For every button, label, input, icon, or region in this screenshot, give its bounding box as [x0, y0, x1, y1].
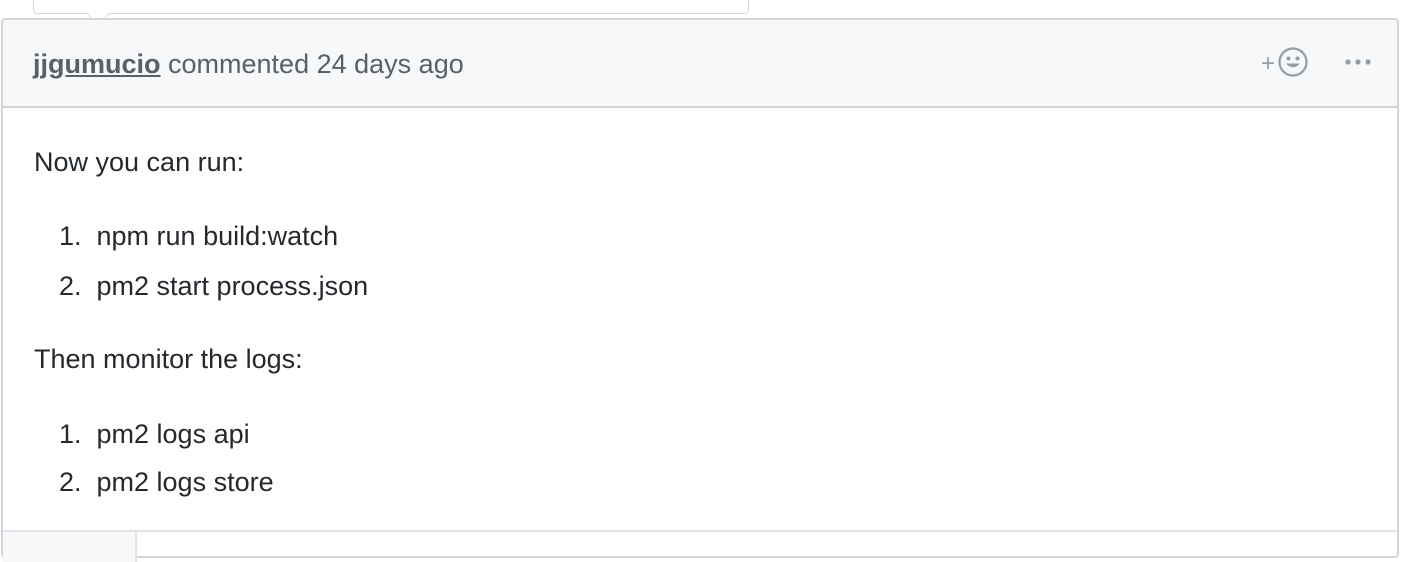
list-text: pm2 start process.json [96, 271, 369, 301]
plus-icon: + [1261, 50, 1276, 77]
ellipsis-icon [1343, 53, 1373, 80]
list-number: 2. [59, 271, 82, 301]
footer-cell [3, 532, 137, 562]
list-number: 1. [59, 221, 82, 251]
comment-box: jjgumucio commented 24 days ago + Now yo… [1, 18, 1399, 562]
list-text: pm2 logs api [96, 419, 250, 449]
list-item: 2. pm2 logs store [59, 466, 274, 498]
smiley-icon [1277, 46, 1309, 83]
author-link[interactable]: jjgumucio [33, 49, 161, 79]
comment-timestamp[interactable]: 24 days ago [317, 49, 464, 79]
list-item: 1. npm run build:watch [59, 220, 338, 252]
list-number: 1. [59, 419, 82, 449]
add-reaction-button[interactable]: + [1261, 46, 1309, 82]
list-item: 2. pm2 start process.json [59, 270, 368, 302]
comment-footer [3, 530, 1397, 562]
list-item: 1. pm2 logs api [59, 418, 250, 450]
tooltip-popover [33, 0, 749, 14]
comment-meta: jjgumucio commented 24 days ago [33, 48, 464, 80]
monitor-intro-text: Then monitor the logs: [34, 344, 303, 374]
list-text: npm run build:watch [96, 221, 339, 251]
more-options-button[interactable] [1343, 50, 1373, 74]
list-text: pm2 logs store [96, 467, 274, 497]
intro-text: Now you can run: [34, 147, 245, 177]
comment-header: jjgumucio commented 24 days ago + [3, 20, 1397, 108]
list-number: 2. [59, 467, 82, 497]
comment-action: commented [168, 49, 310, 79]
